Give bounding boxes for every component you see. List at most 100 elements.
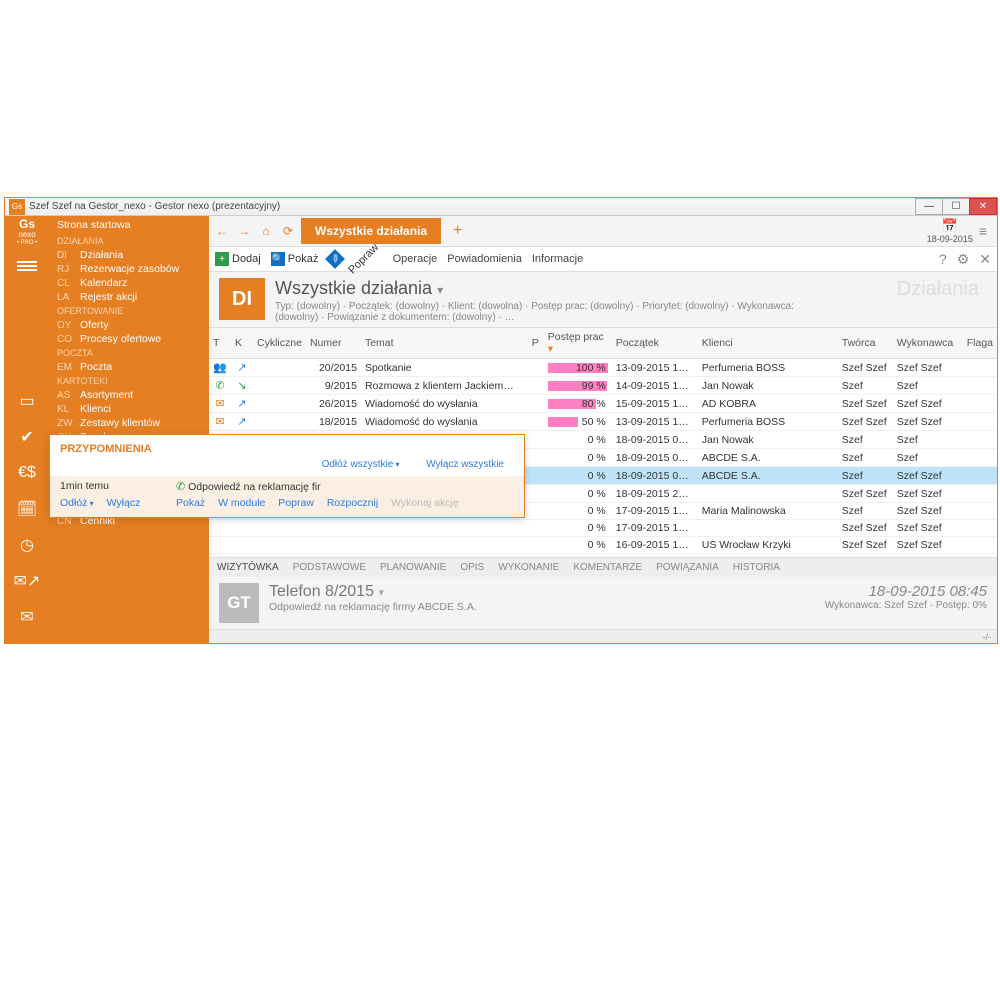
disable-all-link[interactable]: Wyłącz wszystkie bbox=[426, 459, 504, 470]
detail-tab[interactable]: HISTORIA bbox=[733, 562, 780, 573]
sidebar-group-header: OFERTOWANIE bbox=[49, 304, 209, 318]
refresh-button[interactable]: ⟳ bbox=[279, 222, 297, 240]
module-calendar-icon[interactable]: 🗓 bbox=[5, 491, 49, 527]
sidebar-item[interactable]: RJRezerwacje zasobów bbox=[49, 262, 209, 276]
column-header[interactable]: Twórca bbox=[838, 328, 893, 359]
module-clock-icon[interactable]: ◷ bbox=[5, 527, 49, 563]
sidebar-item[interactable]: EMPoczta bbox=[49, 360, 209, 374]
add-button[interactable]: +Dodaj bbox=[215, 252, 261, 266]
module-cert-icon[interactable]: ▭ bbox=[5, 383, 49, 419]
detail-header: GT Telefon 8/2015 ▾ Odpowiedź na reklama… bbox=[209, 577, 997, 629]
table-row[interactable]: ✉↗18/2015Wiadomość do wysłania50 %13-09-… bbox=[209, 413, 997, 431]
sidebar-item[interactable]: COProcesy ofertowe bbox=[49, 332, 209, 346]
close-view-icon[interactable]: ✕ bbox=[979, 251, 991, 268]
module-strip: Gs nexo • PRO • ▭ ✔ €$ 🗓 ◷ ✉↗ ✉ bbox=[5, 216, 49, 643]
view-header: DI Wszystkie działania ▾ Typ: (dowolny) … bbox=[209, 272, 997, 327]
table-row[interactable]: ✆↘9/2015Rozmowa z klientem Jackiem…99 %1… bbox=[209, 377, 997, 395]
sidebar-item[interactable]: ZWZestawy klientów bbox=[49, 416, 209, 430]
column-header[interactable]: Postęp prac ▾ bbox=[544, 328, 612, 359]
sidebar: Strona startowa DZIAŁANIADIDziałaniaRJRe… bbox=[49, 216, 209, 643]
sidebar-item[interactable]: LARejestr akcji bbox=[49, 290, 209, 304]
view-title[interactable]: Wszystkie działania ▾ bbox=[275, 278, 835, 299]
calendar-icon: 📅 bbox=[942, 218, 958, 234]
filter-summary[interactable]: Typ: (dowolny) · Początek: (dowolny) · K… bbox=[275, 301, 835, 323]
show-link[interactable]: Pokaż bbox=[176, 497, 205, 509]
module-check-icon[interactable]: ✔ bbox=[5, 419, 49, 455]
module-name-faded: Działania bbox=[897, 278, 987, 301]
sidebar-group-header: DZIAŁANIA bbox=[49, 234, 209, 248]
sidebar-item[interactable]: ASAsortyment bbox=[49, 388, 209, 402]
sidebar-item[interactable]: OYOferty bbox=[49, 318, 209, 332]
breadcrumb-bar: ← → ⌂ ⟳ Wszystkie działania + 📅 18-09-20… bbox=[209, 216, 997, 246]
maximize-button[interactable]: ☐ bbox=[942, 198, 970, 215]
help-icon[interactable]: ? bbox=[939, 251, 947, 268]
detail-tab[interactable]: OPIS bbox=[460, 562, 484, 573]
menu-icon[interactable]: ≡ bbox=[979, 223, 987, 239]
new-tab-button[interactable]: + bbox=[445, 222, 470, 240]
forward-button[interactable]: → bbox=[235, 222, 253, 240]
detail-tabs: WIZYTÓWKA PODSTAWOWE PLANOWANIE OPIS WYKONAN… bbox=[209, 557, 997, 577]
date-picker[interactable]: 📅 18-09-2015 bbox=[927, 218, 973, 244]
detail-subtitle: Odpowiedź na reklamację firmy ABCDE S.A. bbox=[269, 601, 477, 613]
detail-tab[interactable]: PLANOWANIE bbox=[380, 562, 446, 573]
detail-tab[interactable]: PODSTAWOWE bbox=[293, 562, 366, 573]
column-header[interactable]: P bbox=[528, 328, 544, 359]
show-button[interactable]: 🔍Pokaż bbox=[271, 252, 319, 266]
detail-datetime: 18-09-2015 08:45 bbox=[825, 583, 987, 600]
disable-link[interactable]: Wyłącz bbox=[107, 497, 141, 509]
column-header[interactable]: Temat bbox=[361, 328, 528, 359]
column-header[interactable]: T bbox=[209, 328, 231, 359]
module-currency-icon[interactable]: €$ bbox=[5, 455, 49, 491]
start-link[interactable]: Rozpocznij bbox=[327, 497, 378, 509]
active-tab[interactable]: Wszystkie działania bbox=[301, 218, 441, 244]
postpone-link[interactable]: Odłóż bbox=[60, 497, 94, 509]
detail-tab[interactable]: KOMENTARZE bbox=[573, 562, 642, 573]
postpone-all-link[interactable]: Odłóż wszystkie bbox=[322, 459, 400, 470]
table-row[interactable]: 0 %16-09-2015 1…US Wrocław KrzykiSzef Sz… bbox=[209, 537, 997, 554]
phone-icon: ✆ bbox=[176, 481, 185, 493]
sidebar-item[interactable]: DIDziałania bbox=[49, 248, 209, 262]
module-mail-icon[interactable]: ✉ bbox=[5, 599, 49, 635]
menu-toggle-icon[interactable] bbox=[17, 259, 37, 273]
detail-title[interactable]: Telefon 8/2015 ▾ bbox=[269, 583, 477, 601]
detail-tab[interactable]: WYKONANIE bbox=[498, 562, 559, 573]
title-bar: Gs Szef Szef na Gestor_nexo - Gestor nex… bbox=[5, 198, 997, 216]
column-header[interactable]: Wykonawca bbox=[893, 328, 963, 359]
toolbar: +Dodaj 🔍Pokaż ✎Popraw Operacje Powiadomi… bbox=[209, 246, 997, 272]
operations-menu[interactable]: Operacje bbox=[393, 253, 438, 265]
reminder-subject: ✆ Odpowiedź na reklamację fir bbox=[176, 480, 514, 493]
sidebar-group-header: KARTOTEKI bbox=[49, 374, 209, 388]
info-menu[interactable]: Informacje bbox=[532, 253, 583, 265]
sidebar-group-header: POCZTA bbox=[49, 346, 209, 360]
close-button[interactable]: ✕ bbox=[969, 198, 997, 215]
column-header[interactable]: Cykliczne bbox=[253, 328, 306, 359]
fix-link[interactable]: Popraw bbox=[278, 497, 314, 509]
gear-icon[interactable]: ⚙ bbox=[957, 251, 970, 268]
column-header[interactable]: Numer bbox=[306, 328, 361, 359]
back-button[interactable]: ← bbox=[213, 222, 231, 240]
column-header[interactable]: Początek bbox=[612, 328, 698, 359]
sidebar-start[interactable]: Strona startowa bbox=[49, 216, 209, 234]
app-icon: Gs bbox=[9, 199, 25, 215]
in-module-link[interactable]: W module bbox=[218, 497, 265, 509]
sidebar-item[interactable]: CLKalendarz bbox=[49, 276, 209, 290]
brand-logo: Gs nexo • PRO • bbox=[17, 218, 38, 247]
home-button[interactable]: ⌂ bbox=[257, 222, 275, 240]
notifications-menu[interactable]: Powiadomienia bbox=[447, 253, 522, 265]
module-mail-out-icon[interactable]: ✉↗ bbox=[5, 563, 49, 599]
minimize-button[interactable]: — bbox=[915, 198, 943, 215]
sidebar-item[interactable]: KLKlienci bbox=[49, 402, 209, 416]
table-row[interactable]: 0 %17-09-2015 1…Szef SzefSzef Szef bbox=[209, 520, 997, 537]
app-window: { "window": { "title": "Szef Szef na Ges… bbox=[4, 197, 998, 644]
table-row[interactable]: 👥↗20/2015Spotkanie100 %13-09-2015 1…Perf… bbox=[209, 359, 997, 377]
column-header[interactable]: K bbox=[231, 328, 253, 359]
detail-tab[interactable]: POWIĄZANIA bbox=[656, 562, 719, 573]
status-bar: -/- bbox=[209, 629, 997, 643]
detail-meta: Wykonawca: Szef Szef · Postęp: 0% bbox=[825, 600, 987, 611]
fix-button[interactable]: ✎Popraw bbox=[328, 252, 382, 266]
column-header[interactable]: Klienci bbox=[698, 328, 838, 359]
table-row[interactable]: ✉↗26/2015Wiadomość do wysłania80 %15-09-… bbox=[209, 395, 997, 413]
main-panel: ← → ⌂ ⟳ Wszystkie działania + 📅 18-09-20… bbox=[209, 216, 997, 643]
detail-tab[interactable]: WIZYTÓWKA bbox=[217, 562, 279, 573]
column-header[interactable]: Flaga bbox=[963, 328, 997, 359]
